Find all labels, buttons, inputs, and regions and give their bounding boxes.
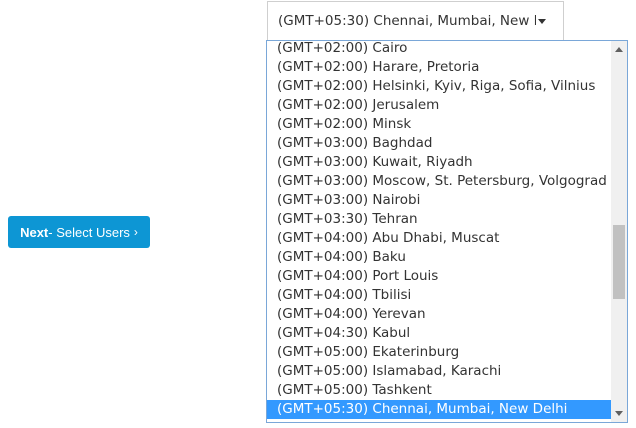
timezone-option[interactable]: (GMT+02:00) Harare, Pretoria [267,58,611,77]
caret-down-icon [538,18,546,24]
next-select-users-button[interactable]: Next - Select Users › [8,216,150,248]
timezone-option[interactable]: (GMT+05:00) Islamabad, Karachi [267,362,611,381]
timezone-select[interactable]: (GMT+05:30) Chennai, Mumbai, New De [267,1,564,41]
timezone-option[interactable]: (GMT+05:30) Chennai, Mumbai, New Delhi [267,400,611,419]
timezone-option[interactable]: (GMT+02:00) Minsk [267,115,611,134]
timezone-option[interactable]: (GMT+03:00) Kuwait, Riyadh [267,153,611,172]
timezone-option[interactable]: (GMT+02:00) Helsinki, Kyiv, Riga, Sofia,… [267,77,611,96]
next-button-label-strong: Next [20,224,49,240]
timezone-option[interactable]: (GMT+04:00) Tbilisi [267,286,611,305]
scroll-up-arrow-icon[interactable] [615,47,623,52]
timezone-option[interactable]: (GMT+03:00) Moscow, St. Petersburg, Volg… [267,172,611,191]
scrollbar-thumb[interactable] [613,225,625,299]
timezone-option[interactable]: (GMT+03:00) Baghdad [267,134,611,153]
timezone-select-value: (GMT+05:30) Chennai, Mumbai, New De [278,13,536,29]
timezone-option[interactable]: (GMT+05:00) Ekaterinburg [267,343,611,362]
timezone-options: (GMT+02:00) Cairo (GMT+02:00) Harare, Pre… [267,41,611,419]
timezone-option[interactable]: (GMT+02:00) Jerusalem [267,96,611,115]
chevron-right-icon: › [133,225,138,239]
timezone-option[interactable]: (GMT+04:00) Baku [267,248,611,267]
timezone-option[interactable]: (GMT+04:00) Port Louis [267,267,611,286]
timezone-option[interactable]: (GMT+03:30) Tehran [267,210,611,229]
timezone-dropdown-list[interactable]: (GMT+02:00) Cairo (GMT+02:00) Harare, Pre… [266,40,628,423]
next-button-label-rest: - Select Users [48,224,130,240]
dropdown-scrollbar[interactable] [611,41,627,422]
timezone-option[interactable]: (GMT+04:00) Abu Dhabi, Muscat [267,229,611,248]
timezone-option[interactable]: (GMT+02:00) Cairo [267,41,611,58]
timezone-option[interactable]: (GMT+05:00) Tashkent [267,381,611,400]
timezone-option[interactable]: (GMT+03:00) Nairobi [267,191,611,210]
scroll-down-arrow-icon[interactable] [615,411,623,416]
timezone-option[interactable]: (GMT+04:30) Kabul [267,324,611,343]
timezone-option[interactable]: (GMT+04:00) Yerevan [267,305,611,324]
